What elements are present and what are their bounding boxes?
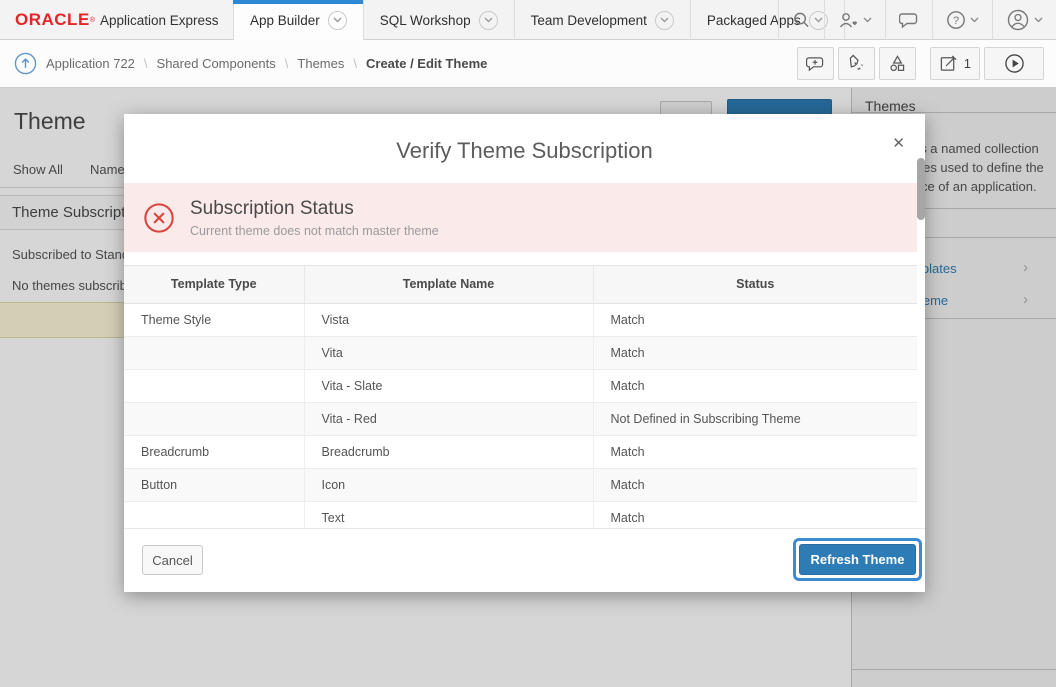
refresh-theme-focus-ring: Refresh Theme <box>793 538 922 581</box>
svg-text:?: ? <box>953 15 959 27</box>
tab-label: Team Development <box>531 13 647 28</box>
cell-template-type: Theme Style <box>124 303 304 336</box>
refresh-theme-button[interactable]: Refresh Theme <box>799 544 916 575</box>
shared-components-icon <box>888 54 907 73</box>
edit-page-icon <box>939 54 958 73</box>
breadcrumb: Application 722 \ Shared Components \ Th… <box>14 40 487 87</box>
alert-message: Current theme does not match master them… <box>190 224 439 238</box>
help-icon[interactable]: ? <box>932 0 992 40</box>
template-status-table: Template Type Template Name Status Theme… <box>124 265 917 528</box>
alert-text: Subscription Status Current theme does n… <box>190 198 439 238</box>
cancel-button[interactable]: Cancel <box>142 545 203 575</box>
cell-template-type <box>124 402 304 435</box>
breadcrumb-themes[interactable]: Themes <box>297 56 344 71</box>
shared-components-button[interactable] <box>879 47 916 80</box>
edit-page-button[interactable]: 1 <box>930 47 980 80</box>
edit-page-number: 1 <box>964 56 971 71</box>
cell-status: Match <box>593 303 917 336</box>
cell-status: Match <box>593 468 917 501</box>
cell-template-type: Button <box>124 468 304 501</box>
table-row: Text Match <box>124 501 917 528</box>
cell-template-type: Breadcrumb <box>124 435 304 468</box>
page-toolbar: 1 <box>797 47 1044 80</box>
cell-template-name: Breadcrumb <box>304 435 593 468</box>
oracle-brand: ORACLE <box>15 10 90 30</box>
table-row: Vita Match <box>124 336 917 369</box>
flashlight-button[interactable] <box>838 47 875 80</box>
up-arrow-icon[interactable] <box>14 52 37 75</box>
add-comment-button[interactable] <box>797 47 834 80</box>
close-icon[interactable]: ✕ <box>892 134 905 152</box>
cell-status: Not Defined in Subscribing Theme <box>593 402 917 435</box>
table-row: Breadcrumb Breadcrumb Match <box>124 435 917 468</box>
cell-template-name: Text <box>304 501 593 528</box>
chevron-down-icon[interactable] <box>479 11 498 30</box>
cell-template-name: Icon <box>304 468 593 501</box>
breadcrumb-separator: \ <box>285 56 289 71</box>
add-comment-icon <box>806 55 825 72</box>
top-nav: ORACLE ® Application Express App Builder… <box>0 0 1056 40</box>
breadcrumb-current: Create / Edit Theme <box>366 56 487 71</box>
table-header-row: Template Type Template Name Status <box>124 266 917 303</box>
cell-status: Match <box>593 435 917 468</box>
nav-tabs: App Builder SQL Workshop Team Developmen… <box>233 0 845 40</box>
dialog-footer: Cancel Refresh Theme <box>124 528 925 592</box>
table-row: Vita - Red Not Defined in Subscribing Th… <box>124 402 917 435</box>
table-row: Button Icon Match <box>124 468 917 501</box>
cell-template-type <box>124 501 304 528</box>
cell-template-type <box>124 336 304 369</box>
chevron-down-icon[interactable] <box>655 11 674 30</box>
subscription-status-alert: Subscription Status Current theme does n… <box>124 183 917 252</box>
oracle-logo: ORACLE ® Application Express <box>15 0 219 40</box>
product-name: Application Express <box>100 13 219 28</box>
cell-template-type <box>124 369 304 402</box>
tab-app-builder[interactable]: App Builder <box>233 0 363 40</box>
tab-label: SQL Workshop <box>380 13 471 28</box>
flashlight-icon <box>847 54 866 73</box>
cell-template-name: Vita - Red <box>304 402 593 435</box>
apex-page: ORACLE ® Application Express App Builder… <box>0 0 1056 687</box>
dialog-title: Verify Theme Subscription <box>124 138 925 164</box>
feedback-bubble-icon[interactable] <box>885 0 932 40</box>
cell-status: Match <box>593 501 917 528</box>
chevron-down-icon[interactable] <box>328 11 347 30</box>
cell-template-name: Vita <box>304 336 593 369</box>
run-app-icon <box>1004 53 1025 74</box>
administration-icon[interactable] <box>824 0 885 40</box>
error-circle-x-icon <box>143 202 175 234</box>
cell-template-name: Vita - Slate <box>304 369 593 402</box>
table-row: Vita - Slate Match <box>124 369 917 402</box>
alert-title: Subscription Status <box>190 198 439 220</box>
nav-utility-icons: ? <box>778 0 1056 40</box>
breadcrumb-shared-components[interactable]: Shared Components <box>157 56 276 71</box>
registered-mark: ® <box>90 17 95 24</box>
search-icon[interactable] <box>778 0 824 40</box>
table-row: Theme Style Vista Match <box>124 303 917 336</box>
column-header-status: Status <box>593 266 917 303</box>
breadcrumb-app[interactable]: Application 722 <box>46 56 135 71</box>
tab-label: App Builder <box>250 13 320 28</box>
cell-status: Match <box>593 336 917 369</box>
tab-sql-workshop[interactable]: SQL Workshop <box>363 0 514 40</box>
column-header-template-type: Template Type <box>124 266 304 303</box>
column-header-template-name: Template Name <box>304 266 593 303</box>
breadcrumb-separator: \ <box>353 56 357 71</box>
cell-template-name: Vista <box>304 303 593 336</box>
modal-scrollbar[interactable] <box>917 158 925 220</box>
tab-team-development[interactable]: Team Development <box>514 0 690 40</box>
account-icon[interactable] <box>992 0 1056 40</box>
breadcrumb-bar: Application 722 \ Shared Components \ Th… <box>0 40 1056 88</box>
cell-status: Match <box>593 369 917 402</box>
run-app-button[interactable] <box>984 47 1044 80</box>
breadcrumb-separator: \ <box>144 56 148 71</box>
verify-theme-subscription-dialog: Verify Theme Subscription ✕ Subscription… <box>124 114 925 592</box>
